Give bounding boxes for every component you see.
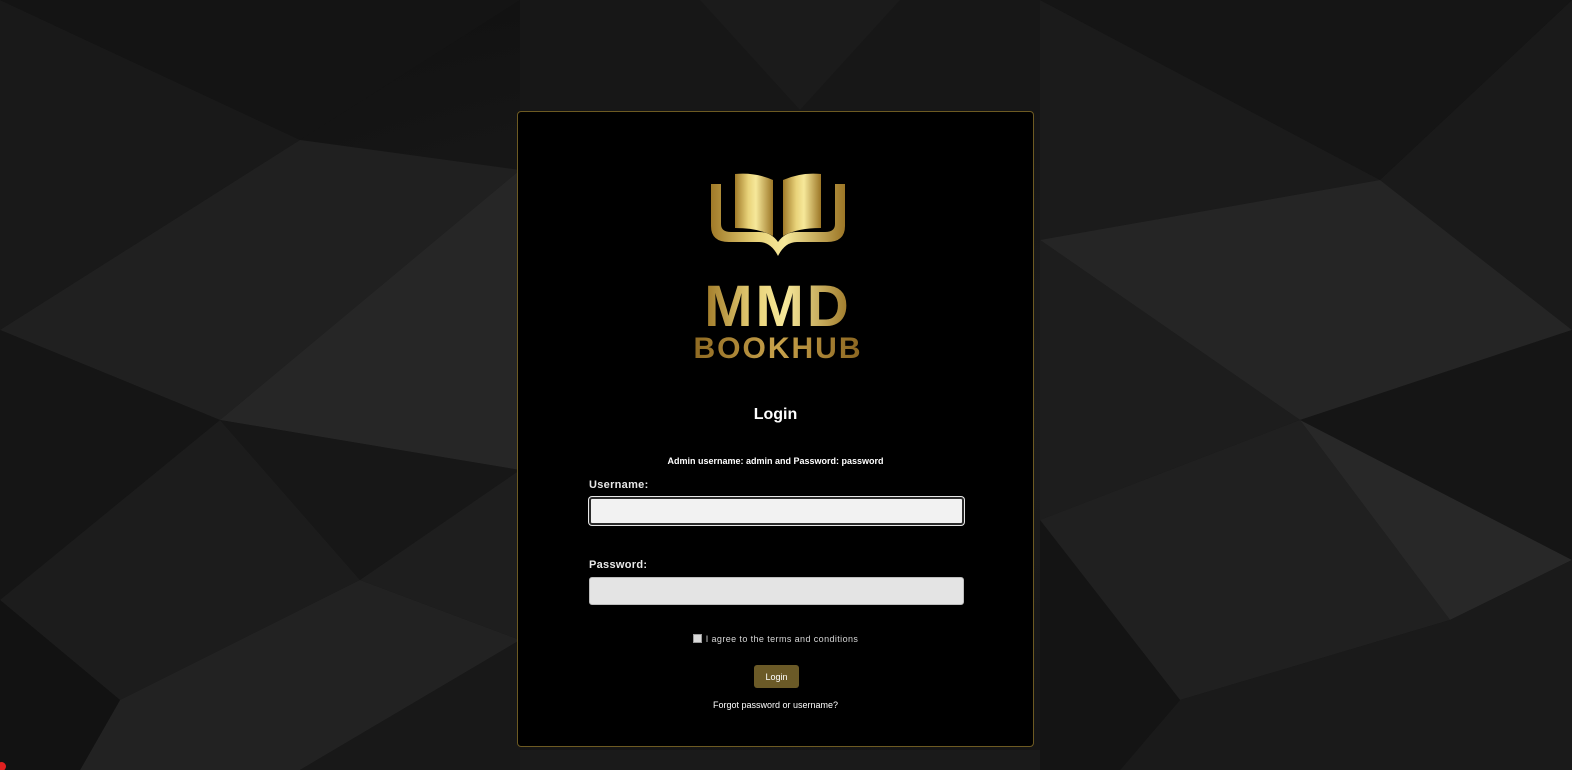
login-card: MMD BOOKHUB Login Admin username: admin … [517,111,1034,747]
password-label: Password: [589,559,648,571]
terms-label[interactable]: I agree to the terms and conditions [706,634,859,644]
logo-text-line1: MMD [704,274,852,339]
terms-row: I agree to the terms and conditions [518,632,1033,646]
username-input[interactable] [589,497,964,525]
logo-text-line2: BOOKHUB [694,332,863,362]
page-title: Login [753,406,798,423]
terms-checkbox[interactable] [692,634,702,643]
admin-hint: Admin username: admin and Password: pass… [667,456,884,466]
password-input[interactable] [589,577,964,605]
notification-dot [0,762,6,770]
open-book-icon [711,173,845,256]
forgot-password-link[interactable]: Forgot password or username? [518,699,1033,711]
brand-logo: MMD BOOKHUB [689,170,867,362]
username-label: Username: [589,479,649,491]
login-button[interactable]: Login [754,665,799,688]
